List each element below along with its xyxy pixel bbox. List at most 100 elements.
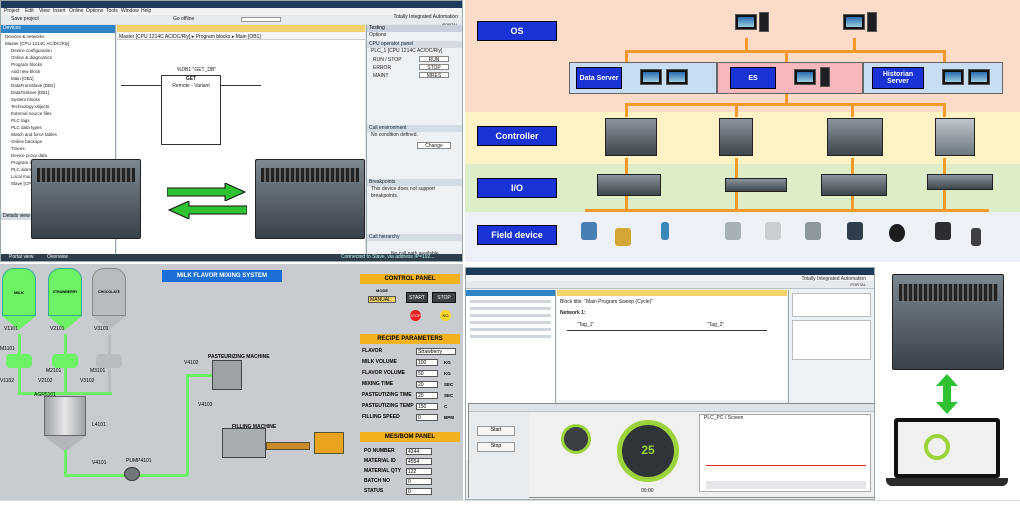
- hmi-title: MILK FLAVOR MIXING SYSTEM: [162, 270, 282, 282]
- tree-item[interactable]: Traces: [1, 145, 115, 152]
- transmitter-icon: [581, 222, 597, 240]
- menu-options[interactable]: Options: [86, 8, 103, 15]
- valve-tag: V2101: [50, 326, 65, 332]
- menu-edit[interactable]: Edit: [25, 8, 34, 15]
- tree-item[interactable]: Device configuration: [1, 47, 115, 54]
- recipe-value[interactable]: 100: [416, 359, 438, 366]
- controller-rack-icon: [605, 118, 657, 156]
- run-button[interactable]: RUN: [419, 56, 449, 63]
- hmi-stop-button[interactable]: Stop: [477, 442, 515, 452]
- portal-view-button[interactable]: Portal view: [9, 254, 33, 261]
- recipe-value[interactable]: 150: [416, 403, 438, 410]
- menu-help[interactable]: Help: [141, 8, 151, 15]
- network-line: [745, 38, 748, 50]
- tree-item[interactable]: External source files: [1, 110, 115, 117]
- cpu-panel-head[interactable]: CPU operator panel: [367, 41, 462, 48]
- recipe-value[interactable]: 20: [416, 381, 438, 388]
- recipe-label: MIXING TIME: [362, 381, 394, 387]
- valve-icon: [615, 228, 631, 246]
- start-button[interactable]: START: [406, 292, 428, 303]
- mes-value[interactable]: 122: [406, 468, 432, 475]
- tree-item[interactable]: Online backups: [1, 138, 115, 145]
- menu-insert[interactable]: Insert: [53, 8, 66, 15]
- mode-value[interactable]: MANUAL: [368, 296, 396, 303]
- recipe-value[interactable]: Strawberry: [416, 348, 456, 355]
- menu-project[interactable]: Project: [4, 8, 20, 15]
- search-input[interactable]: [241, 17, 281, 22]
- tia2-ladder-editor: Block title: "Main Program Sweep (Cycle)…: [557, 290, 787, 400]
- tree-item[interactable]: System blocks: [1, 96, 115, 103]
- no-button[interactable]: NO: [440, 310, 451, 321]
- strawberry-silo: STRAWBERRY: [48, 268, 82, 330]
- io-module-icon: [597, 174, 661, 196]
- overview-tab[interactable]: Overview: [47, 254, 68, 261]
- recipe-label: PASTEUTIZING TEMP: [362, 403, 414, 409]
- tree-item[interactable]: Watch and force tables: [1, 131, 115, 138]
- save-project-button[interactable]: Save project: [11, 16, 39, 23]
- mes-value[interactable]: 4244: [406, 448, 432, 455]
- recipe-unit: SEC: [444, 382, 454, 387]
- menu-tools[interactable]: Tools: [106, 8, 118, 15]
- tia-portal-window: Project Edit View Insert Online Options …: [0, 0, 463, 262]
- io-module-icon: [927, 174, 993, 190]
- bidirectional-arrow-icon: [936, 374, 958, 414]
- get-function-block[interactable]: GET Remote - Variant: [161, 75, 221, 145]
- trend-title: PLC_PC / Screen: [704, 415, 744, 421]
- recipe-label: FILLING SPEED: [362, 414, 400, 420]
- tree-item[interactable]: Device proxy data: [1, 152, 115, 159]
- stop-button[interactable]: STOP: [432, 292, 456, 303]
- call-hierarchy-head[interactable]: Call hierarchy: [367, 234, 462, 241]
- data-server-box: Data Server: [569, 62, 717, 94]
- mes-value[interactable]: 4554: [406, 458, 432, 465]
- tree-item[interactable]: Add new block: [1, 68, 115, 75]
- pipe: [64, 450, 67, 476]
- recipe-unit: BPM: [444, 415, 454, 420]
- tia2-brand: Totally Integrated Automation PORTAL: [802, 276, 867, 287]
- architecture-diagram: OS Controller I/O Field device Data Serv…: [465, 0, 1020, 262]
- menu-view[interactable]: View: [39, 8, 50, 15]
- recipe-value[interactable]: 50: [416, 370, 438, 377]
- tree-item[interactable]: PLC tags: [1, 117, 115, 124]
- valve-tag: L4101: [92, 422, 106, 428]
- valve-tag: V1101: [4, 326, 19, 332]
- tree-item[interactable]: Main [OB1]: [1, 75, 115, 82]
- go-offline-button[interactable]: Go offline: [173, 16, 194, 23]
- hmi-start-button[interactable]: Start: [477, 426, 515, 436]
- cpu-controls: RUN / STOP ERROR MAINT RUN STOP MRES: [367, 55, 462, 85]
- breakpoints-head[interactable]: Breakpoints: [367, 179, 462, 186]
- recipe-value[interactable]: 0: [416, 414, 438, 421]
- mes-value[interactable]: 0: [406, 478, 432, 485]
- block-title: Block title: "Main Program Sweep (Cycle)…: [560, 299, 654, 305]
- tree-item[interactable]: Master [CPU 1214C AC/DC/Rly]: [1, 40, 115, 47]
- menu-window[interactable]: Window: [121, 8, 139, 15]
- pc-tower-icon: [867, 12, 877, 32]
- status-bar: Portal view Overview Connected to Slave,…: [1, 254, 462, 261]
- pc-tower-icon: [759, 12, 769, 32]
- stop-button[interactable]: STOP: [419, 64, 449, 71]
- network-line: [785, 50, 788, 62]
- tree-item[interactable]: Technology objects: [1, 103, 115, 110]
- recipe-value[interactable]: 20: [416, 392, 438, 399]
- pc-tower-icon: [820, 67, 830, 87]
- menu-online[interactable]: Online: [69, 8, 83, 15]
- network-line: [625, 158, 628, 174]
- tree-item[interactable]: DataFromSlave [DB2]: [1, 82, 115, 89]
- emergency-stop-button[interactable]: STOP: [410, 310, 421, 321]
- monitor-icon: [942, 69, 964, 85]
- tree-item[interactable]: DataToSlave [DB1]: [1, 89, 115, 96]
- tree-item[interactable]: PLC data types: [1, 124, 115, 131]
- tree-item[interactable]: Program blocks: [1, 61, 115, 68]
- mes-label: PO NUMBER: [364, 448, 395, 454]
- mes-value[interactable]: 0: [406, 488, 432, 495]
- historian-server-box: Historian Server: [863, 62, 1003, 94]
- tree-item[interactable]: Online & diagnostics: [1, 54, 115, 61]
- devices-tab[interactable]: Devices: [1, 25, 115, 33]
- connection-status: Connected to Slave, via address IP=192..…: [341, 254, 435, 260]
- mres-button[interactable]: MRES: [419, 72, 449, 79]
- milk-silo-label: MILK: [14, 290, 24, 295]
- change-button[interactable]: Change: [417, 142, 451, 149]
- tree-item[interactable]: Devices & networks: [1, 33, 115, 40]
- recipe-unit: SEC: [444, 393, 454, 398]
- valve-tag: V4101: [92, 460, 107, 466]
- call-environment-head[interactable]: Call environment: [367, 125, 462, 132]
